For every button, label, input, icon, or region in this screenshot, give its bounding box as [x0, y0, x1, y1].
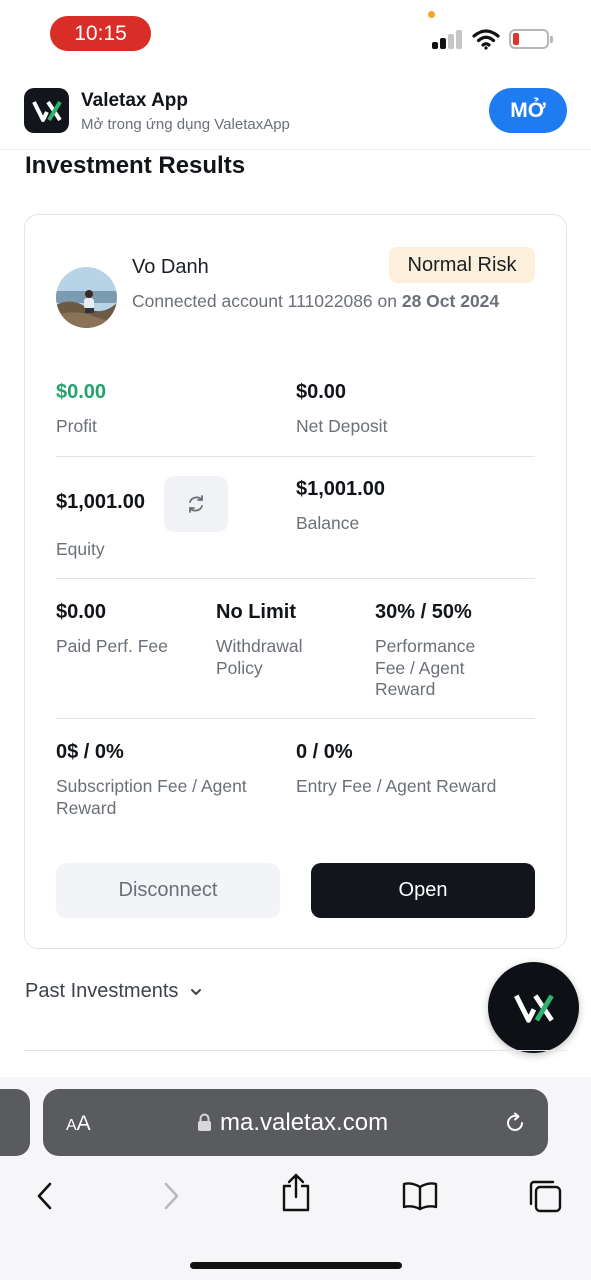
text-size-button[interactable]: AA: [66, 1112, 91, 1136]
privacy-indicator-dot: [428, 11, 435, 18]
entry-fee-label: Entry Fee / Agent Reward: [296, 776, 497, 796]
back-icon: [37, 1182, 52, 1210]
risk-badge: Normal Risk: [389, 247, 535, 283]
profit-value: $0.00: [56, 381, 107, 403]
equity-label: Equity: [56, 539, 105, 559]
share-button[interactable]: [276, 1172, 316, 1212]
subscription-fee-value: 0$ / 0%: [56, 741, 124, 763]
past-investments-toggle[interactable]: Past Investments: [25, 980, 202, 1003]
disconnect-button[interactable]: Disconnect: [56, 863, 280, 918]
page-title: Investment Results: [25, 152, 246, 179]
valetax-floating-button[interactable]: [488, 962, 579, 1053]
bookmarks-icon: [402, 1182, 438, 1211]
valetax-app-logo: [24, 88, 69, 133]
refresh-icon: [189, 495, 203, 513]
back-button[interactable]: [24, 1176, 64, 1216]
status-time: 10:15: [50, 16, 151, 51]
stats-divider: [56, 718, 535, 719]
investor-name: Vo Danh: [132, 256, 209, 278]
net-deposit-value: $0.00: [296, 381, 347, 403]
banner-divider: [0, 149, 591, 150]
text-size-small-a: A: [66, 1117, 77, 1134]
open-in-app-button[interactable]: MỞ: [489, 88, 567, 133]
connected-account-prefix: Connected account 111022086 on: [132, 291, 402, 311]
performance-fee-label: Performance Fee / Agent Reward: [375, 636, 476, 699]
chevron-down-icon: [191, 988, 202, 995]
open-button[interactable]: Open: [311, 863, 535, 918]
balance-value: $1,001.00: [296, 478, 385, 500]
lock-icon: [198, 1113, 211, 1131]
forward-button[interactable]: [152, 1176, 192, 1216]
paid-perf-fee-label: Paid Perf. Fee: [56, 636, 168, 656]
tabs-icon: [529, 1180, 562, 1213]
section-divider: [24, 1050, 567, 1051]
performance-fee-value: 30% / 50%: [375, 601, 472, 623]
cellular-signal-icon: [432, 29, 464, 49]
avatar: [56, 267, 117, 328]
battery-icon: [509, 29, 553, 49]
connected-date: 28 Oct 2024: [401, 291, 500, 311]
app-banner-subtitle: Mở trong ứng dụng ValetaxApp: [81, 116, 290, 133]
equity-value: $1,001.00: [56, 491, 145, 513]
wifi-icon: [472, 29, 500, 50]
text-size-large-a: A: [76, 1112, 91, 1135]
home-indicator: [190, 1262, 402, 1269]
tabs-button[interactable]: [525, 1176, 565, 1216]
paid-perf-fee-value: $0.00: [56, 601, 107, 623]
balance-label: Balance: [296, 513, 360, 533]
share-icon: [282, 1173, 310, 1212]
valetax-logo-icon: [513, 993, 554, 1023]
stats-divider: [56, 456, 535, 457]
app-banner-name: Valetax App: [81, 90, 189, 111]
forward-icon: [164, 1182, 179, 1210]
past-investments-label: Past Investments: [25, 980, 179, 1002]
investment-card: [24, 214, 567, 949]
connected-account-text: Connected account 111022086 on 28 Oct 20…: [132, 285, 512, 317]
url-text: ma.valetax.com: [220, 1109, 389, 1136]
refresh-equity-button[interactable]: [164, 476, 228, 532]
withdrawal-policy-label: Withdrawal Policy: [216, 636, 303, 678]
previous-tab-preview[interactable]: [0, 1089, 30, 1156]
withdrawal-policy-value: No Limit: [216, 601, 296, 623]
profit-label: Profit: [56, 416, 97, 436]
stats-divider: [56, 578, 535, 579]
reload-icon[interactable]: [503, 1111, 527, 1135]
bookmarks-button[interactable]: [400, 1176, 440, 1216]
net-deposit-label: Net Deposit: [296, 416, 388, 436]
subscription-fee-label: Subscription Fee / Agent Reward: [56, 776, 247, 818]
entry-fee-value: 0 / 0%: [296, 741, 353, 763]
